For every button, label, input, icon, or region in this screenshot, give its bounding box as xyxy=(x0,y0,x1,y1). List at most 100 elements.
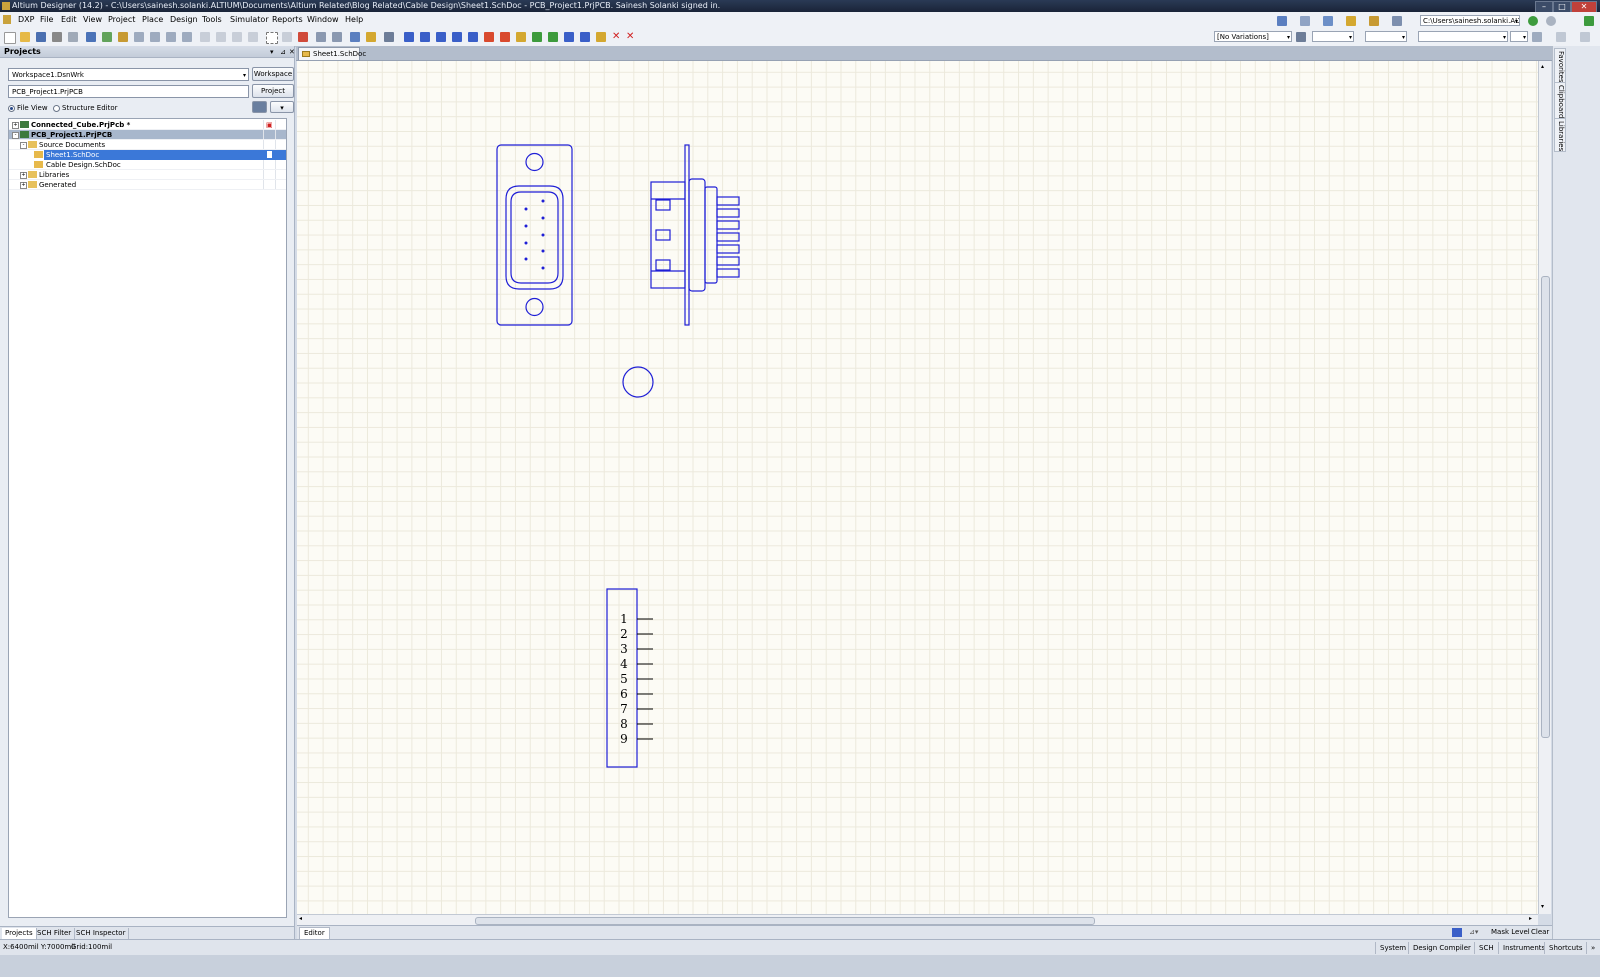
place-sheet-entry-icon[interactable] xyxy=(548,32,558,42)
save-icon[interactable] xyxy=(36,32,46,42)
workspace-select[interactable]: Workspace1.DsnWrk ▾ xyxy=(8,68,249,81)
menu-design[interactable]: Design xyxy=(170,15,198,24)
menu-project[interactable]: Project xyxy=(108,15,135,24)
file-view-radio[interactable] xyxy=(8,105,15,112)
tab-sch-inspector[interactable]: SCH Inspector xyxy=(73,928,130,939)
grid-icon[interactable] xyxy=(1392,16,1402,26)
filter-icon[interactable]: ⊿▾ xyxy=(1469,927,1478,938)
panel-close-icon[interactable]: ✕ xyxy=(289,46,295,58)
place-sheet-symbol-icon[interactable] xyxy=(532,32,542,42)
move-selection-icon[interactable] xyxy=(282,32,292,42)
filter-select-2[interactable]: ▾ xyxy=(1365,31,1407,42)
place-bus-entry-icon[interactable] xyxy=(452,32,462,42)
menu-view[interactable]: View xyxy=(83,15,102,24)
no-erc-red-icon[interactable]: ✕ xyxy=(626,32,636,42)
schematic-canvas[interactable]: 123456789 xyxy=(297,61,1538,914)
tab-sch-filter[interactable]: SCH Filter xyxy=(34,928,76,939)
db9-front-view[interactable] xyxy=(496,144,573,326)
db9-side-view[interactable] xyxy=(650,144,740,326)
filter-select-3[interactable]: ▾ xyxy=(1418,31,1508,42)
list-icon[interactable] xyxy=(1532,32,1542,42)
gnd-power-port-icon[interactable] xyxy=(484,32,494,42)
menu-help[interactable]: Help xyxy=(345,15,363,24)
tree-item-connected-cube[interactable]: + Connected_Cube.PrjPcb * ▣ xyxy=(9,120,286,130)
place-bus-icon[interactable] xyxy=(420,32,430,42)
menu-place[interactable]: Place xyxy=(142,15,163,24)
browse-library-icon[interactable] xyxy=(384,32,394,42)
menu-simulator[interactable]: Simulator xyxy=(230,15,269,24)
tree-item-libraries[interactable]: + Libraries xyxy=(9,170,286,180)
copy-icon[interactable] xyxy=(216,32,226,42)
shortcuts-button[interactable]: Shortcuts xyxy=(1544,942,1586,954)
design-compiler-button[interactable]: Design Compiler xyxy=(1408,942,1475,954)
power-port-icon[interactable] xyxy=(1323,16,1333,26)
cross-probe-icon[interactable] xyxy=(166,32,176,42)
filter-select-4[interactable]: ▾ xyxy=(1510,31,1528,42)
close-button[interactable]: ✕ xyxy=(1571,1,1597,12)
panel-menu-icon[interactable]: ▾ xyxy=(270,46,274,58)
place-port-icon[interactable] xyxy=(596,32,606,42)
pencil-icon[interactable] xyxy=(1452,928,1462,937)
menu-edit[interactable]: Edit xyxy=(61,15,77,24)
tab-projects[interactable]: Projects xyxy=(2,928,37,939)
tree-item-sheet1[interactable]: Sheet1.SchDoc xyxy=(9,150,286,160)
undo-icon[interactable] xyxy=(316,32,326,42)
more-panels-icon[interactable]: » xyxy=(1586,942,1599,954)
rubber-stamp-icon[interactable] xyxy=(248,32,258,42)
panel-pin-icon[interactable]: ⊿ xyxy=(280,46,286,58)
zoom-selected-icon[interactable] xyxy=(150,32,160,42)
forward-icon[interactable] xyxy=(1546,16,1556,26)
sheet-symbol-icon[interactable] xyxy=(1346,16,1356,26)
path-combo[interactable]: C:\Users\sainesh.solanki.ALTIUM\▾ xyxy=(1420,15,1520,26)
menu-dxp[interactable]: DXP xyxy=(18,15,34,24)
navigate-icon[interactable] xyxy=(1369,16,1379,26)
tree-expand-icon[interactable]: + xyxy=(20,172,27,179)
menu-window[interactable]: Window xyxy=(307,15,339,24)
vertical-scrollbar[interactable]: ▴ ▾ xyxy=(1538,61,1551,914)
compile-icon[interactable] xyxy=(252,101,267,113)
zoom-fit-icon[interactable] xyxy=(118,32,128,42)
maximize-button[interactable]: □ xyxy=(1553,1,1571,12)
menu-file[interactable]: File xyxy=(40,15,53,24)
open-icon[interactable] xyxy=(20,32,30,42)
filter-select-1[interactable]: ▾ xyxy=(1312,31,1354,42)
paste-icon[interactable] xyxy=(232,32,242,42)
place-device-sheet-icon[interactable] xyxy=(564,32,574,42)
print-icon[interactable] xyxy=(52,32,62,42)
dxp-icon[interactable] xyxy=(3,15,11,24)
sch-button[interactable]: SCH xyxy=(1474,942,1498,954)
tree-item-generated[interactable]: + Generated xyxy=(9,180,286,190)
tree-item-source-documents[interactable]: - Source Documents xyxy=(9,140,286,150)
tree-collapse-icon[interactable]: - xyxy=(20,142,27,149)
browse-components-icon[interactable] xyxy=(102,32,112,42)
structure-editor-radio[interactable] xyxy=(53,105,60,112)
menu-reports[interactable]: Reports xyxy=(272,15,303,24)
back-icon[interactable] xyxy=(1528,16,1538,26)
project-button[interactable]: Project xyxy=(252,84,294,98)
menu-tools[interactable]: Tools xyxy=(202,15,222,24)
deselect-icon[interactable] xyxy=(298,32,308,42)
instruments-button[interactable]: Instruments xyxy=(1498,942,1549,954)
vertical-scroll-thumb[interactable] xyxy=(1541,276,1550,738)
tab-clipboard[interactable]: Clipboard xyxy=(1554,82,1566,120)
select-area-icon[interactable] xyxy=(266,32,278,44)
scroll-up-icon[interactable]: ▴ xyxy=(1541,63,1544,70)
set-test-points-icon[interactable] xyxy=(366,32,376,42)
tree-collapse-icon[interactable]: - xyxy=(12,132,19,139)
scroll-left-icon[interactable]: ◂ xyxy=(299,915,302,922)
variant-manager-icon[interactable] xyxy=(1296,32,1306,42)
print-preview-icon[interactable] xyxy=(68,32,78,42)
place-harness-connector-icon[interactable] xyxy=(580,32,590,42)
add-icon[interactable] xyxy=(1584,16,1594,26)
wiring-tool-icon[interactable] xyxy=(1277,16,1287,26)
project-field[interactable]: PCB_Project1.PrjPCB xyxy=(8,85,249,98)
vcc-power-port-icon[interactable] xyxy=(500,32,510,42)
open-device-view-icon[interactable] xyxy=(86,32,96,42)
layout-icon[interactable] xyxy=(1556,32,1566,42)
tab-sheet1-schdoc[interactable]: Sheet1.SchDoc xyxy=(298,47,366,60)
redo-icon[interactable] xyxy=(332,32,342,42)
variations-select[interactable]: [No Variations] ▾ xyxy=(1214,31,1292,42)
tree-item-cable-design[interactable]: Cable Design.SchDoc xyxy=(9,160,286,170)
zoom-area-icon[interactable] xyxy=(134,32,144,42)
cross-select-icon[interactable] xyxy=(182,32,192,42)
